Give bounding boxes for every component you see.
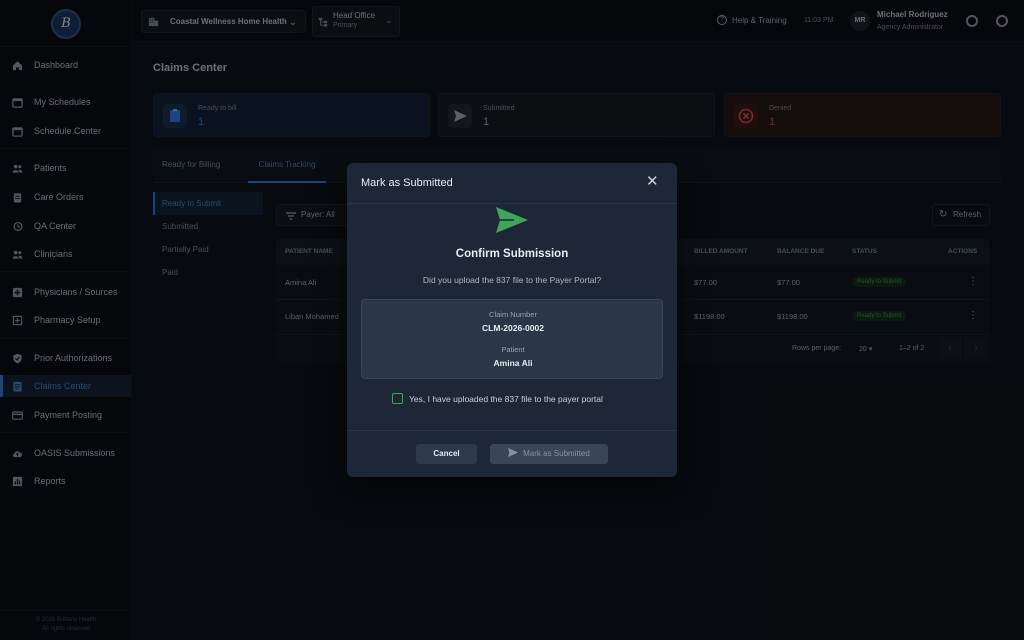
patient-value: Amina Ali bbox=[493, 358, 533, 368]
submit-label: Mark as Submitted bbox=[523, 449, 590, 458]
upload-confirm-label[interactable]: Yes, I have uploaded the 837 file to the… bbox=[409, 394, 603, 404]
confirm-question: Did you upload the 837 file to the Payer… bbox=[422, 275, 602, 285]
confirm-heading: Confirm Submission bbox=[455, 248, 569, 260]
claim-summary: Claim Number CLM-2026-0002 Patient Amina… bbox=[361, 299, 663, 379]
mark-as-submitted-button[interactable]: Mark as Submitted bbox=[490, 444, 608, 464]
send-icon bbox=[508, 448, 519, 457]
claim-number-label: Claim Number bbox=[489, 310, 537, 319]
upload-confirm-checkbox[interactable] bbox=[392, 393, 403, 404]
send-icon bbox=[496, 207, 528, 233]
patient-label: Patient bbox=[501, 345, 525, 354]
dialog-divider bbox=[347, 430, 677, 431]
cancel-button[interactable]: Cancel bbox=[416, 444, 477, 464]
close-icon[interactable]: ✕ bbox=[646, 174, 659, 190]
dialog-divider bbox=[347, 203, 677, 204]
mark-submitted-dialog: Mark as Submitted ✕ Confirm Submission D… bbox=[347, 163, 677, 477]
dialog-title: Mark as Submitted bbox=[361, 177, 453, 189]
claim-number-value: CLM-2026-0002 bbox=[482, 323, 544, 333]
